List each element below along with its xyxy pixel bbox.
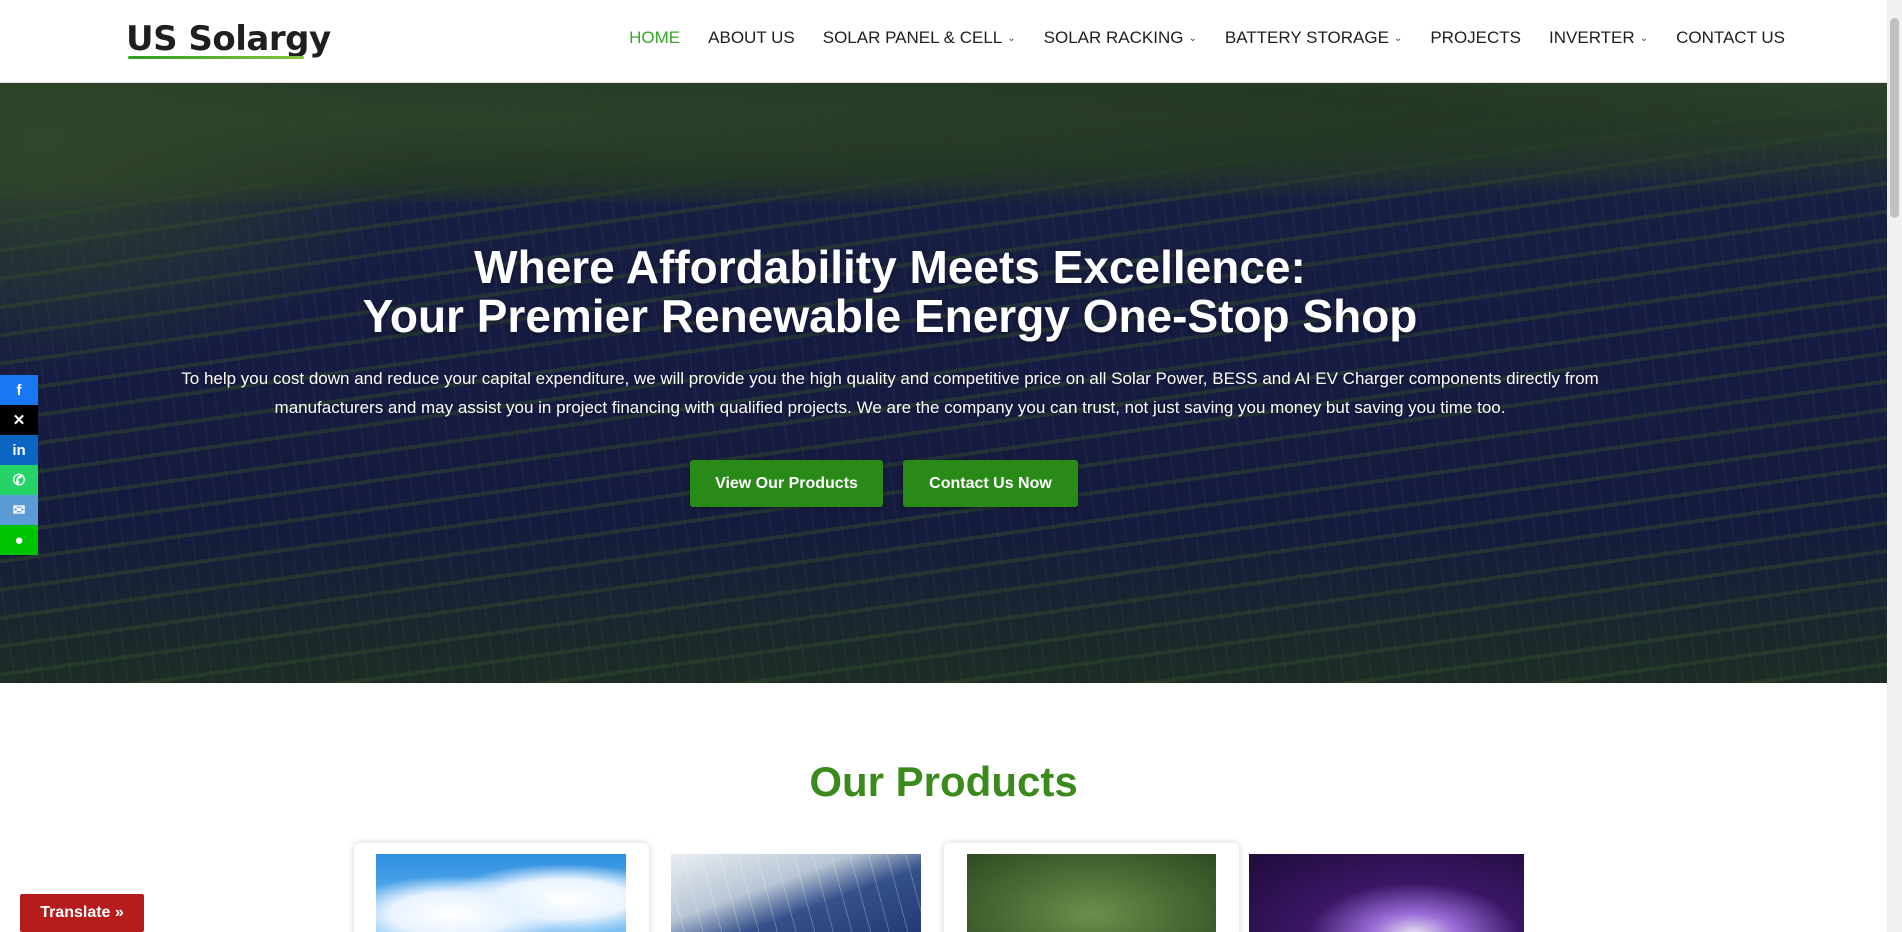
product-image[interactable] bbox=[967, 854, 1216, 932]
scrollbar-thumb[interactable] bbox=[1890, 18, 1899, 218]
nav-item-home[interactable]: HOME bbox=[615, 28, 694, 48]
hero-title-line1: Where Affordability Meets Excellence: bbox=[474, 241, 1306, 293]
products-section-title: Our Products bbox=[809, 758, 1078, 805]
email-icon[interactable]: ✉ bbox=[0, 495, 38, 525]
site-header: US Solargy HOME ABOUT US SOLAR PANEL & C… bbox=[0, 0, 1887, 83]
linkedin-glyph: in bbox=[12, 441, 26, 459]
nav-item-solar-panel-cell[interactable]: SOLAR PANEL & CELL ⌄ bbox=[809, 28, 1030, 48]
nav-label: PROJECTS bbox=[1430, 28, 1522, 47]
translate-button[interactable]: Translate » bbox=[20, 894, 144, 932]
product-image[interactable] bbox=[1249, 854, 1524, 932]
hero-description: To help you cost down and reduce your ca… bbox=[181, 369, 1599, 417]
hero-title-line2: Your Premier Renewable Energy One-Stop S… bbox=[362, 290, 1418, 342]
main-nav: HOME ABOUT US SOLAR PANEL & CELL ⌄ SOLAR … bbox=[615, 28, 1799, 48]
chevron-down-icon: ⌄ bbox=[1007, 32, 1016, 44]
chevron-down-icon: ⌄ bbox=[1639, 32, 1649, 44]
logo[interactable]: US Solargy bbox=[126, 20, 331, 62]
x-glyph: ✕ bbox=[12, 412, 26, 429]
product-image[interactable] bbox=[376, 854, 626, 932]
contact-us-now-button[interactable]: Contact Us Now bbox=[903, 460, 1078, 507]
hero-buttons: View Our Products Contact Us Now bbox=[690, 460, 1078, 507]
chevron-down-icon: ⌄ bbox=[1393, 32, 1403, 44]
product-image[interactable] bbox=[671, 854, 921, 932]
hero-title: Where Affordability Meets Excellence: Yo… bbox=[0, 243, 1780, 341]
view-products-button[interactable]: View Our Products bbox=[690, 460, 883, 507]
nav-label: SOLAR RACKING bbox=[1043, 28, 1184, 47]
nav-label: INVERTER bbox=[1549, 28, 1635, 47]
nav-item-projects[interactable]: PROJECTS bbox=[1416, 28, 1535, 48]
nav-item-solar-racking[interactable]: SOLAR RACKING ⌄ bbox=[1030, 28, 1211, 48]
product-card[interactable] bbox=[944, 843, 1239, 932]
nav-label: ABOUT US bbox=[708, 28, 795, 47]
nav-item-about-us[interactable]: ABOUT US bbox=[694, 28, 809, 48]
logo-text: US Solargy bbox=[126, 19, 331, 59]
page-scrollbar[interactable] bbox=[1887, 0, 1902, 932]
whatsapp-icon[interactable]: ✆ bbox=[0, 465, 38, 495]
nav-item-inverter[interactable]: INVERTER ⌄ bbox=[1535, 28, 1662, 48]
nav-item-battery-storage[interactable]: BATTERY STORAGE ⌄ bbox=[1211, 28, 1416, 48]
nav-label: SOLAR PANEL & CELL bbox=[822, 28, 1003, 47]
hero-banner: Where Affordability Meets Excellence: Yo… bbox=[0, 83, 1887, 683]
nav-label: CONTACT US bbox=[1676, 28, 1785, 47]
product-card[interactable] bbox=[354, 843, 649, 932]
facebook-icon[interactable]: f bbox=[0, 375, 38, 405]
x-icon[interactable]: ✕ bbox=[0, 405, 38, 435]
nav-label: HOME bbox=[629, 28, 681, 47]
facebook-glyph: f bbox=[16, 381, 22, 399]
nav-item-contact-us[interactable]: CONTACT US bbox=[1662, 28, 1799, 48]
chat-icon[interactable]: ● bbox=[0, 525, 38, 555]
product-card[interactable] bbox=[1249, 843, 1525, 932]
social-share-sidebar: f ✕ in ✆ ✉ ● bbox=[0, 375, 38, 555]
email-glyph: ✉ bbox=[12, 502, 26, 519]
logo-underline bbox=[128, 56, 304, 59]
nav-label: BATTERY STORAGE bbox=[1224, 28, 1389, 47]
chevron-down-icon: ⌄ bbox=[1188, 32, 1197, 44]
whatsapp-glyph: ✆ bbox=[12, 472, 26, 489]
chat-glyph: ● bbox=[14, 531, 24, 549]
linkedin-icon[interactable]: in bbox=[0, 435, 38, 465]
product-card[interactable] bbox=[671, 843, 922, 932]
